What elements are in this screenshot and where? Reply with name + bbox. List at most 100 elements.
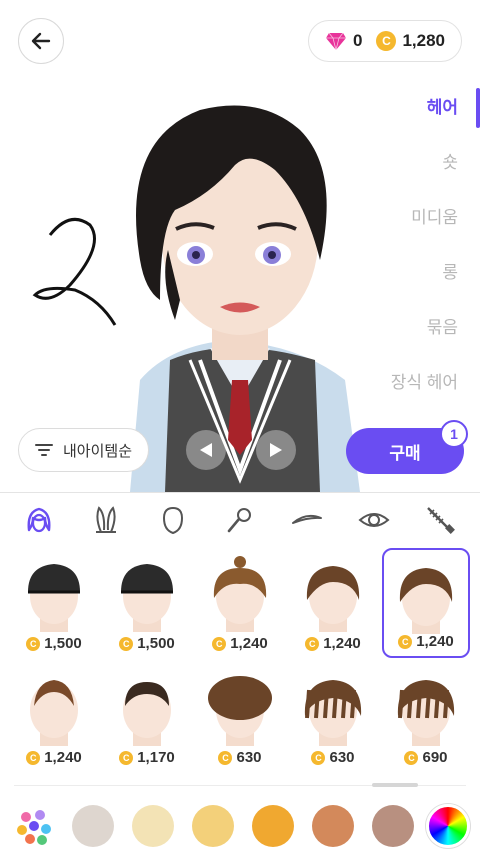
category-list: 헤어 숏 미디움 롱 묶음 장식 헤어 <box>391 88 458 418</box>
coin-icon: C <box>398 634 413 649</box>
hair-item[interactable]: C 630 <box>289 662 377 772</box>
coin-icon: C <box>404 750 419 765</box>
hair-item[interactable]: C 1,500 <box>103 548 191 658</box>
filter-icon <box>35 444 53 456</box>
hair-thumbnail <box>304 680 362 746</box>
coin-icon: C <box>119 750 134 765</box>
item-price-value: 1,170 <box>137 749 175 766</box>
tab-face[interactable] <box>148 497 198 543</box>
hair-item[interactable]: C 630 <box>196 662 284 772</box>
item-price: C 630 <box>311 749 355 766</box>
cart-count-badge: 1 <box>440 420 468 448</box>
palette-icon[interactable] <box>14 805 54 847</box>
custom-color-picker[interactable] <box>426 804 470 848</box>
color-swatch[interactable] <box>72 805 114 847</box>
category-short[interactable]: 숏 <box>442 143 458 198</box>
eyebrow-icon <box>291 514 322 524</box>
category-indicator <box>476 88 480 128</box>
item-price-value: 1,240 <box>323 635 361 652</box>
hair-thumbnail <box>121 564 173 632</box>
face-shape-icon <box>163 506 184 534</box>
hair-icon <box>27 507 51 532</box>
currency-balance[interactable]: 0 C 1,280 <box>307 20 462 62</box>
animation-controls <box>186 430 296 470</box>
color-swatch[interactable] <box>192 805 234 847</box>
hair-item[interactable]: C 1,240 <box>289 548 377 658</box>
buy-button-label: 구매 <box>389 443 421 463</box>
hair-item[interactable]: C 690 <box>382 662 470 772</box>
hair-thumbnail <box>208 676 272 746</box>
coin-icon: C <box>119 636 134 651</box>
color-swatch[interactable] <box>372 805 414 847</box>
sort-button[interactable]: 내아이템순 <box>18 428 150 472</box>
item-price-value: 1,240 <box>44 749 82 766</box>
hair-thumbnail <box>306 566 360 632</box>
item-price: C 1,240 <box>305 635 361 652</box>
item-price: C 630 <box>218 749 262 766</box>
tab-hair[interactable] <box>14 497 64 543</box>
item-price-value: 1,500 <box>44 635 82 652</box>
item-price-value: 1,240 <box>416 633 454 650</box>
item-price: C 1,500 <box>119 635 175 652</box>
tab-eye[interactable] <box>349 497 399 543</box>
hair-thumbnail <box>397 680 455 746</box>
hair-item[interactable]: C 1,240 <box>196 548 284 658</box>
sort-button-label: 내아이템순 <box>63 442 133 460</box>
eye-icon <box>358 512 390 527</box>
hair-thumbnail <box>28 564 80 632</box>
tab-accessory[interactable] <box>81 497 131 543</box>
back-button[interactable] <box>18 18 64 64</box>
bunny-ears-icon <box>96 505 117 533</box>
play-button[interactable] <box>256 430 296 470</box>
prev-animation-button[interactable] <box>186 430 226 470</box>
color-swatch[interactable] <box>252 805 294 847</box>
category-long[interactable]: 롱 <box>442 253 458 308</box>
category-tied[interactable]: 묶음 <box>427 308 458 363</box>
mascara-icon <box>427 506 456 534</box>
tab-voice[interactable] <box>215 497 265 543</box>
hair-item[interactable]: C 1,240 <box>382 548 470 658</box>
hair-thumbnail <box>30 680 78 746</box>
item-grid: C 1,500 C 1,500 C 1,240 C 1,240 C 1,240 … <box>10 548 472 772</box>
category-decor-hair[interactable]: 장식 헤어 <box>391 363 458 418</box>
item-price-value: 630 <box>236 749 262 766</box>
arrow-left-icon <box>31 32 51 50</box>
item-price: C 1,240 <box>398 633 454 650</box>
microphone-icon <box>227 507 251 532</box>
hair-item[interactable]: C 1,170 <box>103 662 191 772</box>
category-medium[interactable]: 미디움 <box>411 198 458 253</box>
coin-icon: C <box>376 31 397 51</box>
gem-icon <box>325 32 346 51</box>
item-price: C 1,170 <box>119 749 175 766</box>
coin-count: 1,280 <box>402 31 445 50</box>
item-price-value: 630 <box>329 749 355 766</box>
buy-button[interactable]: 구매 1 <box>346 420 468 474</box>
color-swatch[interactable] <box>132 805 174 847</box>
tab-makeup[interactable] <box>415 497 465 543</box>
item-price-value: 1,500 <box>137 635 175 652</box>
hair-item[interactable]: C 1,500 <box>10 548 98 658</box>
triangle-left-icon <box>200 443 212 457</box>
category-hair[interactable]: 헤어 <box>427 88 458 143</box>
coin-icon: C <box>26 750 41 765</box>
item-price: C 1,240 <box>212 635 268 652</box>
item-price: C 1,500 <box>26 635 82 652</box>
gem-count: 0 <box>352 31 363 50</box>
tool-tabs <box>0 492 480 546</box>
coin-icon: C <box>212 636 227 651</box>
hair-thumbnail <box>399 568 453 634</box>
color-swatches <box>0 798 480 854</box>
hair-thumbnail <box>123 682 171 746</box>
item-price: C 690 <box>404 749 448 766</box>
coin-icon: C <box>311 750 326 765</box>
coin-icon: C <box>26 636 41 651</box>
scroll-indicator[interactable] <box>372 783 418 787</box>
hair-thumbnail <box>213 556 267 632</box>
item-price-value: 690 <box>422 749 448 766</box>
hair-item[interactable]: C 1,240 <box>10 662 98 772</box>
tab-eyebrow[interactable] <box>282 497 332 543</box>
item-price: C 1,240 <box>26 749 82 766</box>
color-swatch[interactable] <box>312 805 354 847</box>
avatar-preview: 0 C 1,280 헤어 숏 미디움 롱 묶음 장식 헤어 내아이템순 구매 1 <box>0 0 480 492</box>
play-icon <box>270 443 282 457</box>
